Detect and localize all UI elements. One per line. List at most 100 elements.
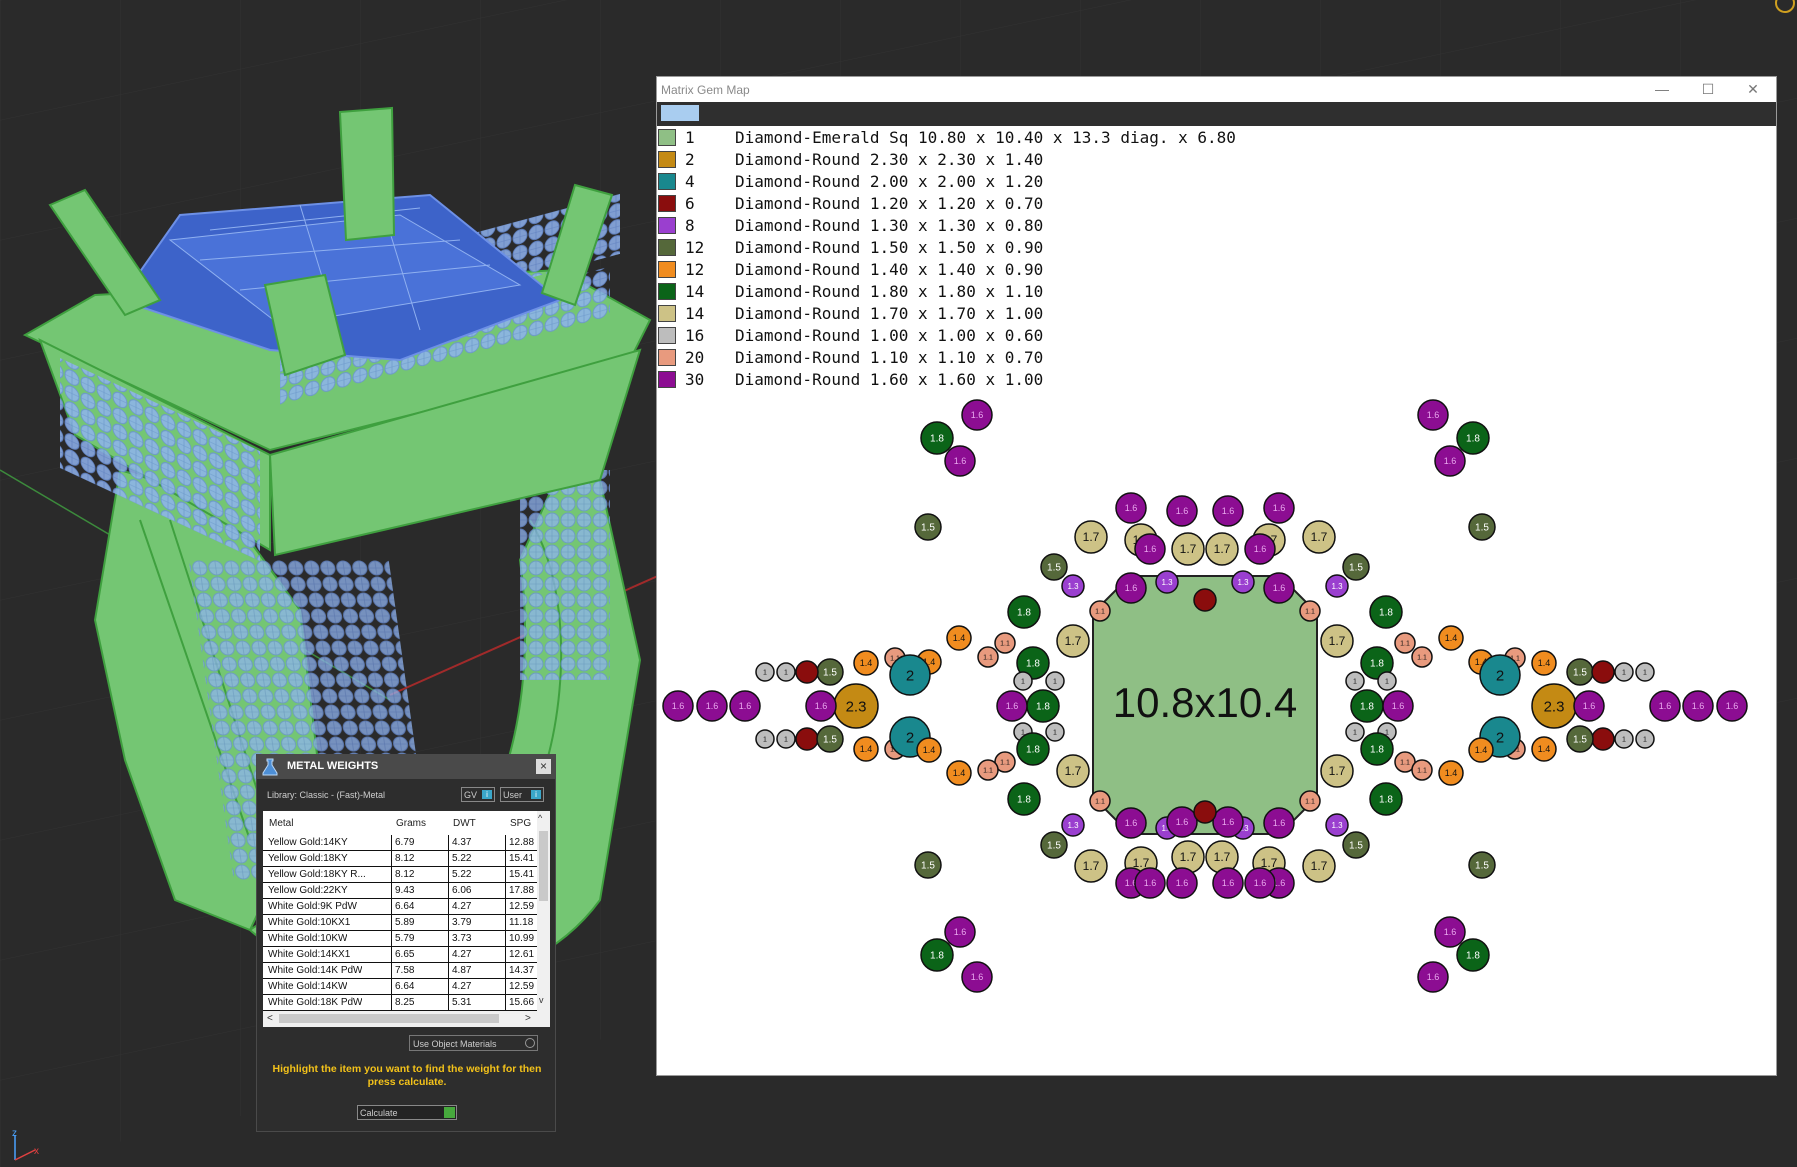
table-row[interactable]: White Gold:14KX1 6.65 4.27 12.61	[263, 947, 537, 963]
gv-button[interactable]: GV i	[461, 787, 495, 802]
table-row[interactable]: Yellow Gold:22KY 9.43 6.06 17.88	[263, 883, 537, 899]
gem-marker[interactable]: 1.4	[853, 650, 879, 676]
gem-marker[interactable]: 1.6	[1115, 572, 1147, 604]
gem-marker[interactable]: 1.7	[1056, 624, 1090, 658]
gem-marker[interactable]: 1.7	[1302, 849, 1336, 883]
gem-marker[interactable]: 1.6	[696, 690, 728, 722]
gem-marker[interactable]: 1.1	[1411, 759, 1433, 781]
table-row[interactable]: White Gold:18K PdW 8.25 5.31 15.66	[263, 995, 537, 1011]
gem-marker[interactable]: 1.1	[1299, 790, 1321, 812]
legend-row[interactable]: 2 Diamond-Round 2.30 x 2.30 x 1.40	[657, 148, 1357, 170]
gem-marker[interactable]: 1.6	[1166, 495, 1198, 527]
gem-marker[interactable]: 1	[1635, 729, 1655, 749]
gem-marker[interactable]: 1.4	[1438, 760, 1464, 786]
gem-marker[interactable]: 1.3	[1325, 813, 1349, 837]
table-row[interactable]: White Gold:10KW 5.79 3.73 10.99	[263, 931, 537, 947]
gem-marker[interactable]: 1.8	[1360, 732, 1394, 766]
gem-marker[interactable]: 1.1	[1394, 632, 1416, 654]
hscroll-thumb[interactable]	[279, 1014, 499, 1023]
gem-marker[interactable]: 1.6	[1382, 690, 1414, 722]
gem-marker[interactable]: 1	[1614, 729, 1634, 749]
gem-marker[interactable]: 1.7	[1320, 754, 1354, 788]
gem-marker[interactable]: 1.6	[944, 445, 976, 477]
gem-marker[interactable]: 1	[1345, 671, 1365, 691]
gem-marker[interactable]: 1.6	[1649, 690, 1681, 722]
scroll-down-icon[interactable]: v	[539, 995, 544, 1005]
gem-marker[interactable]: 1.7	[1302, 520, 1336, 554]
gem-marker[interactable]: 1.6	[1434, 916, 1466, 948]
gem-marker[interactable]: 1.6	[1115, 807, 1147, 839]
gem-marker[interactable]: 1.4	[916, 737, 942, 763]
gem-marker[interactable]: 1.6	[1212, 867, 1244, 899]
gem-marker[interactable]: 1.5	[1040, 553, 1068, 581]
user-button[interactable]: User i	[500, 787, 544, 802]
gem-marker[interactable]: 1	[1614, 662, 1634, 682]
table-row[interactable]: Yellow Gold:18KY R... 8.12 5.22 15.41	[263, 867, 537, 883]
gem-marker[interactable]: 1.5	[914, 513, 942, 541]
legend-row[interactable]: 8 Diamond-Round 1.30 x 1.30 x 0.80	[657, 214, 1357, 236]
gem-marker[interactable]: 2.3	[833, 683, 879, 729]
gem-marker[interactable]: 1.8	[1369, 595, 1403, 629]
gem-marker[interactable]: 1.1	[1299, 600, 1321, 622]
gem-marker[interactable]: 1.6	[729, 690, 761, 722]
gem-marker[interactable]: 1.6	[1166, 867, 1198, 899]
table-row[interactable]: White Gold:10KX1 5.89 3.79 11.18	[263, 915, 537, 931]
gem-marker[interactable]: 2	[889, 654, 931, 696]
gem-marker[interactable]	[1591, 660, 1615, 684]
gem-marker[interactable]: 1.3	[1061, 813, 1085, 837]
gem-marker[interactable]: 1	[1345, 722, 1365, 742]
gem-marker[interactable]	[795, 660, 819, 684]
gem-marker[interactable]: 1.6	[1573, 690, 1605, 722]
gem-marker[interactable]: 1.5	[816, 658, 844, 686]
gem-marker[interactable]: 1	[776, 729, 796, 749]
gem-marker[interactable]: 1.6	[1244, 533, 1276, 565]
gem-marker[interactable]: 1.8	[1016, 732, 1050, 766]
gem-marker[interactable]: 1.6	[1434, 445, 1466, 477]
gem-marker[interactable]: 1.8	[920, 421, 954, 455]
gem-marker[interactable]: 2.3	[1531, 683, 1577, 729]
legend-row[interactable]: 30 Diamond-Round 1.60 x 1.60 x 1.00	[657, 368, 1357, 390]
vertical-scrollbar[interactable]: ^ v	[537, 811, 550, 1011]
gem-marker[interactable]: 1.1	[977, 646, 999, 668]
gem-marker[interactable]: 1	[1377, 671, 1397, 691]
gem-marker[interactable]: 1	[1045, 671, 1065, 691]
gem-marker[interactable]: 1.6	[662, 690, 694, 722]
gem-marker[interactable]: 1.4	[1531, 736, 1557, 762]
gem-marker[interactable]: 1.5	[1342, 553, 1370, 581]
scroll-left-icon[interactable]: <	[267, 1013, 273, 1024]
gem-marker[interactable]: 1.8	[1369, 782, 1403, 816]
gem-marker[interactable]	[1193, 800, 1217, 824]
gem-marker[interactable]: 1	[1045, 722, 1065, 742]
gem-marker[interactable]: 1.8	[1456, 938, 1490, 972]
gem-marker[interactable]: 1.6	[961, 961, 993, 993]
gem-marker[interactable]: 1.5	[816, 725, 844, 753]
gem-marker[interactable]: 1.6	[1682, 690, 1714, 722]
gem-marker[interactable]: 1.4	[946, 760, 972, 786]
gem-marker[interactable]: 1	[755, 729, 775, 749]
gem-marker[interactable]: 1	[776, 662, 796, 682]
legend-row[interactable]: 6 Diamond-Round 1.20 x 1.20 x 0.70	[657, 192, 1357, 214]
gem-marker[interactable]: 1.5	[1040, 831, 1068, 859]
gem-marker[interactable]: 1.8	[1026, 689, 1060, 723]
gem-marker[interactable]: 1.1	[994, 632, 1016, 654]
scroll-right-icon[interactable]: >	[525, 1013, 531, 1024]
gem-marker[interactable]: 1.5	[1566, 725, 1594, 753]
gem-marker[interactable]: 1.1	[1089, 600, 1111, 622]
table-row[interactable]: White Gold:9K PdW 6.64 4.27 12.59	[263, 899, 537, 915]
gem-marker[interactable]: 1.5	[1342, 831, 1370, 859]
gem-marker[interactable]: 1.6	[805, 690, 837, 722]
table-row[interactable]: White Gold:14K PdW 7.58 4.87 14.37	[263, 963, 537, 979]
table-row[interactable]: Yellow Gold:18KY 8.12 5.22 15.41	[263, 851, 537, 867]
gem-marker[interactable]: 1.7	[1074, 520, 1108, 554]
gem-marker[interactable]: 1.3	[1325, 574, 1349, 598]
gem-marker[interactable]: 1.6	[1212, 495, 1244, 527]
legend-row[interactable]: 1 Diamond-Emerald Sq 10.80 x 10.40 x 13.3…	[657, 126, 1357, 148]
gem-marker[interactable]: 1.7	[1205, 532, 1239, 566]
scroll-up-icon[interactable]: ^	[538, 813, 542, 823]
gem-marker[interactable]: 1.8	[920, 938, 954, 972]
metal-weights-header[interactable]: METAL WEIGHTS ×	[257, 755, 555, 779]
gem-marker[interactable]: 1.1	[1089, 790, 1111, 812]
gem-marker[interactable]: 1.5	[914, 851, 942, 879]
gem-marker[interactable]: 1.8	[1007, 595, 1041, 629]
legend-row[interactable]: 14 Diamond-Round 1.80 x 1.80 x 1.10	[657, 280, 1357, 302]
